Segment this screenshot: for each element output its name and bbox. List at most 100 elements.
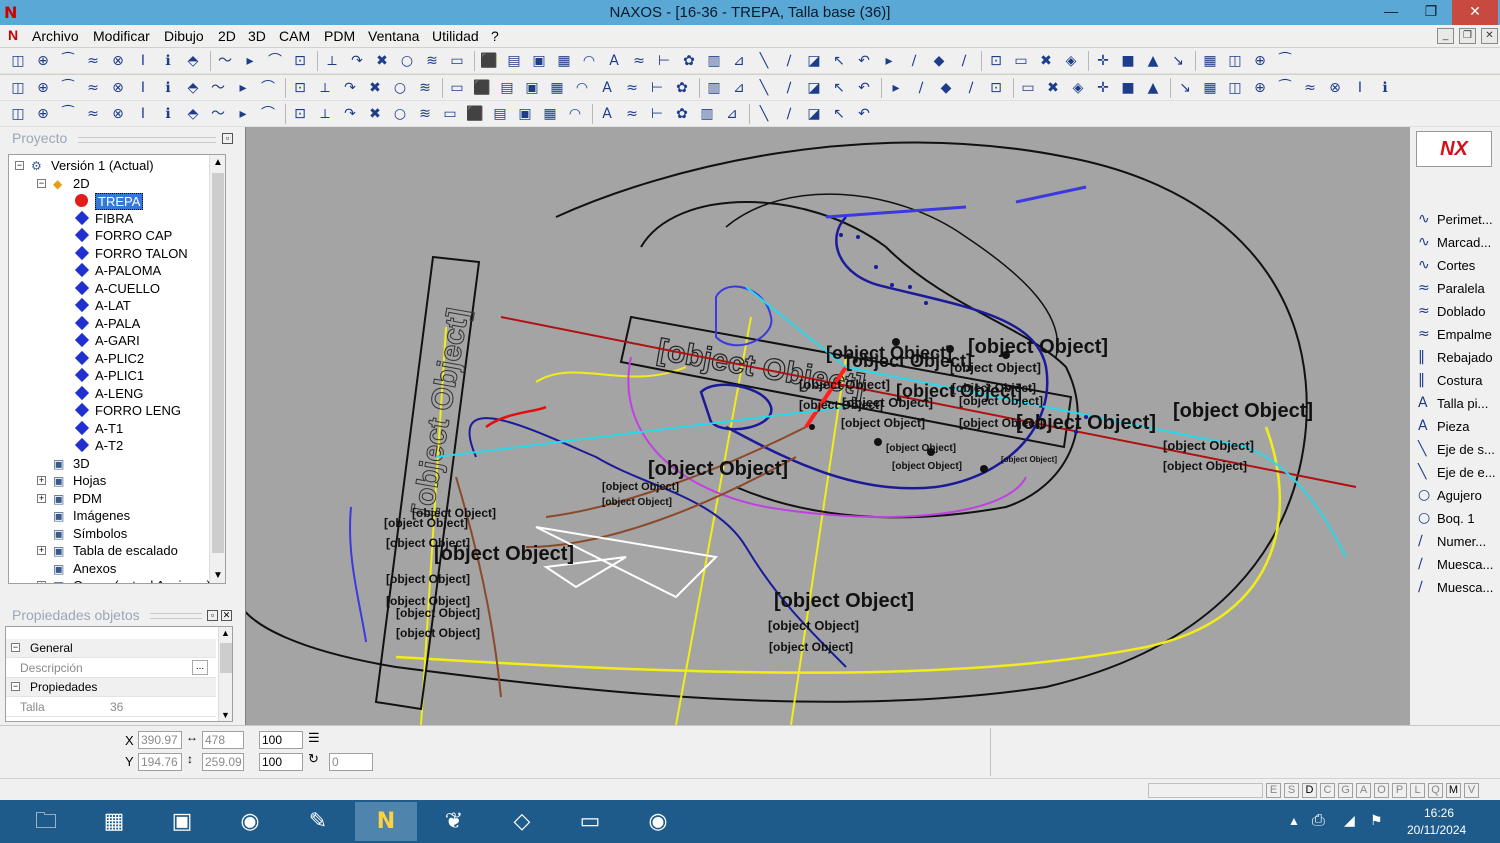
tb2-tool-9-icon[interactable]: ▸ (233, 79, 253, 97)
tb2-tool-40-icon[interactable]: ✖ (1043, 79, 1063, 97)
tb3-tool-4-icon[interactable]: ⊗ (108, 105, 128, 123)
palette-item-12[interactable]: ○ Agujero (1416, 486, 1500, 506)
clock-time[interactable]: 16:26 (1424, 806, 1454, 820)
tb1-tool-28-icon[interactable]: ⊿ (729, 52, 749, 70)
drawing-canvas[interactable]: [object Object] [object Object] [object … (245, 127, 1410, 725)
tree-expander-icon[interactable]: − (15, 161, 24, 170)
mdi-close-button[interactable]: ✕ (1481, 28, 1498, 44)
property-value[interactable]: 36 (110, 700, 123, 714)
tb1-tool-25-icon[interactable]: ⊢ (654, 52, 674, 70)
tb1-tool-4-icon[interactable]: ⊗ (108, 52, 128, 70)
tb1-tool-9-icon[interactable]: ▸ (240, 52, 260, 70)
tb1-tool-20-icon[interactable]: ▣ (529, 52, 549, 70)
properties-panel-pin-button[interactable]: ▫ (207, 610, 218, 621)
tb1-tool-17-icon[interactable]: ▭ (447, 52, 467, 70)
tb1-tool-13-icon[interactable]: ↷ (347, 52, 367, 70)
property-value[interactable]: 1 (110, 719, 117, 721)
tb2-tool-12-icon[interactable]: ⟂ (315, 79, 335, 97)
palette-item-1[interactable]: ∿ Marcad... (1416, 233, 1500, 253)
tb1-tool-31-icon[interactable]: ◪ (804, 52, 824, 70)
tb1-tool-30-icon[interactable]: ∕ (779, 52, 799, 70)
tb2-tool-1-icon[interactable]: ⊕ (33, 79, 53, 97)
tb2-tool-17-icon[interactable]: ▭ (447, 79, 467, 97)
tree-item-capas-actual-auxiares-[interactable]: + ▣ Capas (actual Auxiares) (9, 577, 211, 583)
palette-item-0[interactable]: ∿ Perimet... (1416, 210, 1500, 230)
tb3-tool-3-icon[interactable]: ≈ (83, 105, 103, 123)
status-flag-a[interactable]: A (1356, 783, 1371, 798)
tb3-tool-9-icon[interactable]: ▸ (233, 105, 253, 123)
menu-archivo[interactable]: Archivo (32, 28, 79, 44)
tree-item-a-plic1[interactable]: A-PLIC1 (9, 367, 209, 384)
palette-item-9[interactable]: A Pieza (1416, 417, 1500, 437)
tb1-tool-15-icon[interactable]: ○ (397, 52, 417, 70)
scale-icon[interactable]: ☰ (308, 730, 320, 746)
tb3-tool-28-icon[interactable]: ⊿ (722, 105, 742, 123)
status-flag-c[interactable]: C (1320, 783, 1335, 798)
tb2-tool-16-icon[interactable]: ≋ (415, 79, 435, 97)
tree-item-a-gari[interactable]: A-GARI (9, 332, 209, 349)
tb2-tool-2-icon[interactable]: ⁀ (58, 79, 78, 97)
tb2-tool-41-icon[interactable]: ◈ (1068, 79, 1088, 97)
tree-item-pdm[interactable]: + ▣ PDM (9, 490, 209, 507)
group-collapse-icon[interactable]: − (11, 682, 20, 691)
property-group[interactable]: − Propiedades (6, 678, 216, 697)
tb2-tool-26-icon[interactable]: ✿ (672, 79, 692, 97)
tree-item-anexos[interactable]: ▣ Anexos (9, 560, 209, 577)
tb2-tool-28-icon[interactable]: ⊿ (729, 79, 749, 97)
props-scroll-down-icon[interactable]: ▼ (221, 710, 230, 720)
tree-item-a-paloma[interactable]: A-PALOMA (9, 262, 209, 279)
tb1-tool-40-icon[interactable]: ✖ (1036, 52, 1056, 70)
status-flag-g[interactable]: G (1338, 783, 1353, 798)
tree-item-s-mbolos[interactable]: ▣ Símbolos (9, 525, 209, 542)
tb1-tool-45-icon[interactable]: ↘ (1168, 52, 1188, 70)
tb2-tool-48-icon[interactable]: ⊕ (1250, 79, 1270, 97)
palette-item-14[interactable]: ∕ Numer... (1416, 532, 1500, 552)
tb2-tool-37-icon[interactable]: ∕ (961, 79, 981, 97)
status-flag-p[interactable]: P (1392, 783, 1407, 798)
tree-item-fibra[interactable]: FIBRA (9, 210, 209, 227)
tb1-tool-24-icon[interactable]: ≈ (629, 52, 649, 70)
tb2-tool-11-icon[interactable]: ⊡ (290, 79, 310, 97)
y-coordinate-field[interactable]: 194.76 (138, 753, 182, 771)
tb1-tool-18-icon[interactable]: ⬛ (479, 52, 499, 70)
property-row[interactable]: Talla 36 (6, 698, 216, 717)
tb1-tool-36-icon[interactable]: ◆ (929, 52, 949, 70)
mdi-minimize-button[interactable]: _ (1437, 28, 1454, 44)
tree-item-a-plic2[interactable]: A-PLIC2 (9, 350, 209, 367)
tb2-tool-13-icon[interactable]: ↷ (340, 79, 360, 97)
status-flag-q[interactable]: Q (1428, 783, 1443, 798)
chrome-2-icon[interactable]: ◉ (627, 802, 689, 841)
tree-expander-icon[interactable]: + (37, 546, 46, 555)
menu-cam[interactable]: CAM (279, 28, 310, 44)
tb3-tool-26-icon[interactable]: ✿ (672, 105, 692, 123)
palette-item-11[interactable]: ╲ Eje de e... (1416, 463, 1500, 483)
tb1-tool-2-icon[interactable]: ⁀ (58, 52, 78, 70)
tb1-tool-39-icon[interactable]: ▭ (1011, 52, 1031, 70)
tb3-tool-0-icon[interactable]: ◫ (8, 105, 28, 123)
tb2-tool-35-icon[interactable]: ∕ (911, 79, 931, 97)
tb2-tool-10-icon[interactable]: ⌒ (258, 79, 278, 97)
status-flag-e[interactable]: E (1266, 783, 1281, 798)
calculator-icon[interactable]: ▦ (83, 802, 145, 841)
palette-item-7[interactable]: ‖ Costura (1416, 371, 1500, 391)
description-ellipsis-button[interactable]: ... (192, 659, 208, 675)
tree-item-3d[interactable]: ▣ 3D (9, 455, 209, 472)
tree-item-2d[interactable]: − ◆ 2D (9, 175, 209, 192)
tb1-tool-22-icon[interactable]: ◠ (579, 52, 599, 70)
tb2-tool-6-icon[interactable]: ℹ (158, 79, 178, 97)
tb3-tool-20-icon[interactable]: ▣ (515, 105, 535, 123)
tb2-tool-49-icon[interactable]: ⁀ (1275, 79, 1295, 97)
close-button[interactable]: ✕ (1452, 0, 1498, 25)
tree-item-trepa[interactable]: TREPA (9, 192, 209, 210)
palette-item-4[interactable]: ≈ Doblado (1416, 302, 1500, 322)
tb1-tool-46-icon[interactable]: ▦ (1200, 52, 1220, 70)
props-scroll-up-icon[interactable]: ▲ (221, 628, 230, 638)
status-flag-m[interactable]: M (1446, 783, 1461, 798)
project-tree-scrollbar[interactable]: ▲ ▼ (209, 155, 225, 583)
tb3-tool-33-icon[interactable]: ↶ (854, 105, 874, 123)
tb1-tool-44-icon[interactable]: ▲ (1143, 52, 1163, 70)
palette-item-2[interactable]: ∿ Cortes (1416, 256, 1500, 276)
tb1-tool-35-icon[interactable]: ∕ (904, 52, 924, 70)
status-flag-v[interactable]: V (1464, 783, 1479, 798)
eraser-app-icon[interactable]: ◇ (491, 802, 553, 841)
